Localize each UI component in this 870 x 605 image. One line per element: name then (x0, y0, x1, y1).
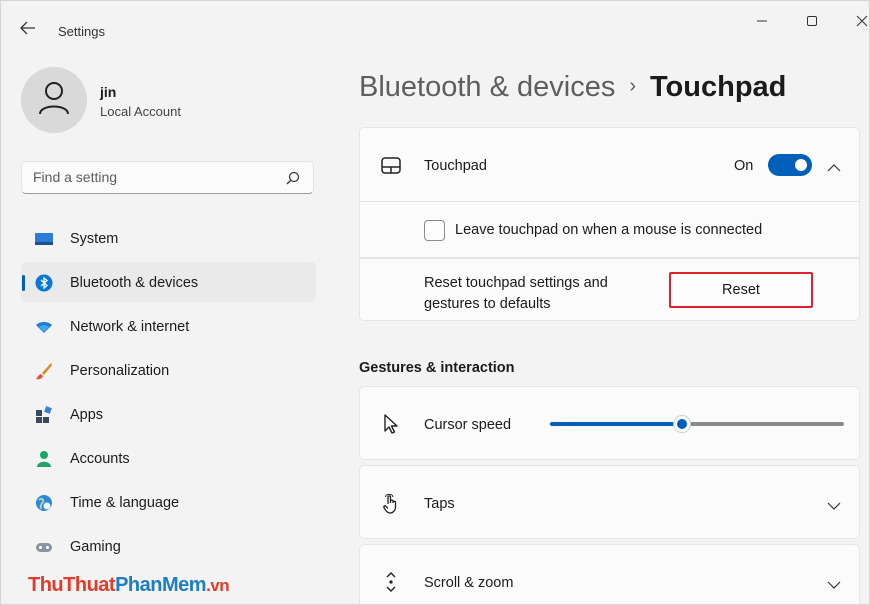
sidebar-item-bluetooth-devices[interactable]: Bluetooth & devices (21, 262, 316, 302)
slider-thumb[interactable] (673, 415, 692, 433)
watermark-part: PhanMem (115, 574, 207, 596)
sidebar-item-gaming[interactable]: Gaming (21, 526, 316, 566)
gamepad-icon (35, 538, 53, 556)
close-button[interactable] (847, 10, 869, 36)
person-icon (37, 80, 71, 121)
chevron-down-icon[interactable] (827, 577, 841, 589)
active-indicator (22, 275, 25, 291)
sidebar-item-time-language[interactable]: Time & language (21, 482, 316, 522)
sidebar-item-label: Personalization (70, 363, 170, 379)
watermark-logo: ThuThuatPhanMem.vn (28, 574, 230, 597)
chevron-up-icon[interactable] (827, 160, 841, 172)
leave-on-label[interactable]: Leave touchpad on when a mouse is connec… (455, 222, 762, 238)
sidebar-item-apps[interactable]: Apps (21, 394, 316, 434)
slider-fill (550, 422, 683, 426)
reset-button[interactable]: Reset (669, 272, 813, 308)
reset-description: Reset touchpad settings and gestures to … (424, 275, 608, 312)
sidebar-item-label: System (70, 231, 119, 247)
cursor-speed-slider[interactable] (550, 415, 844, 433)
section-title: Gestures & interaction (359, 360, 515, 376)
globe-clock-icon (35, 494, 53, 512)
sidebar-item-accounts[interactable]: Accounts (21, 438, 316, 478)
title-bar: Settings (1, 1, 869, 45)
leave-on-checkbox[interactable] (424, 220, 445, 241)
sidebar-item-personalization[interactable]: Personalization (21, 350, 316, 390)
scroll-zoom-label: Scroll & zoom (424, 575, 514, 591)
person-icon (35, 450, 53, 468)
apps-icon (35, 406, 53, 424)
sidebar-item-label: Gaming (70, 539, 121, 555)
search-input[interactable] (33, 169, 273, 185)
sidebar-nav: System Bluetooth & devices Network & int… (21, 218, 316, 570)
account-type: Local Account (100, 104, 181, 119)
sidebar-item-label: Network & internet (70, 319, 190, 335)
bluetooth-icon (35, 274, 53, 292)
touchpad-label: Touchpad (424, 158, 487, 174)
toggle-knob (795, 159, 807, 171)
touchpad-header-card[interactable]: Touchpad On (359, 127, 860, 202)
app-title: Settings (58, 24, 105, 39)
cursor-speed-label: Cursor speed (424, 417, 512, 433)
sidebar-item-label: Time & language (70, 495, 180, 511)
watermark-part: .vn (206, 576, 230, 595)
search-box[interactable] (21, 161, 314, 194)
breadcrumb: Bluetooth & devices › Touchpad (359, 71, 786, 104)
search-icon[interactable] (286, 171, 300, 185)
tap-hand-icon (380, 492, 402, 514)
maximize-button[interactable] (797, 10, 827, 36)
touchpad-toggle[interactable] (768, 154, 812, 176)
avatar[interactable] (21, 67, 87, 133)
back-arrow-icon[interactable] (20, 21, 36, 35)
sidebar-item-system[interactable]: System (21, 218, 316, 258)
close-icon (856, 14, 868, 32)
cursor-pointer-icon (380, 413, 402, 435)
toggle-state-label: On (734, 158, 754, 174)
breadcrumb-separator: › (629, 75, 636, 97)
taps-label: Taps (424, 496, 455, 512)
page-title: Touchpad (650, 71, 787, 103)
chevron-down-icon[interactable] (827, 498, 841, 510)
settings-window: Settings jin Local Account System (0, 0, 870, 605)
taps-card[interactable]: Taps (359, 465, 860, 539)
watermark-part: ThuThuat (28, 574, 116, 596)
touchpad-icon (380, 155, 402, 177)
minimize-icon (756, 14, 768, 32)
monitor-icon (35, 230, 53, 248)
sidebar-item-label: Bluetooth & devices (70, 275, 199, 291)
sidebar-item-label: Apps (70, 407, 104, 423)
breadcrumb-parent[interactable]: Bluetooth & devices (359, 71, 615, 103)
user-name: jin (100, 84, 117, 100)
sidebar-item-network-internet[interactable]: Network & internet (21, 306, 316, 346)
sidebar-item-label: Accounts (70, 451, 130, 467)
minimize-button[interactable] (747, 10, 777, 36)
wifi-icon (35, 318, 53, 336)
maximize-icon (806, 14, 818, 32)
scroll-arrows-icon (380, 571, 402, 593)
scroll-zoom-card[interactable]: Scroll & zoom (359, 544, 860, 604)
brush-icon (35, 362, 53, 380)
